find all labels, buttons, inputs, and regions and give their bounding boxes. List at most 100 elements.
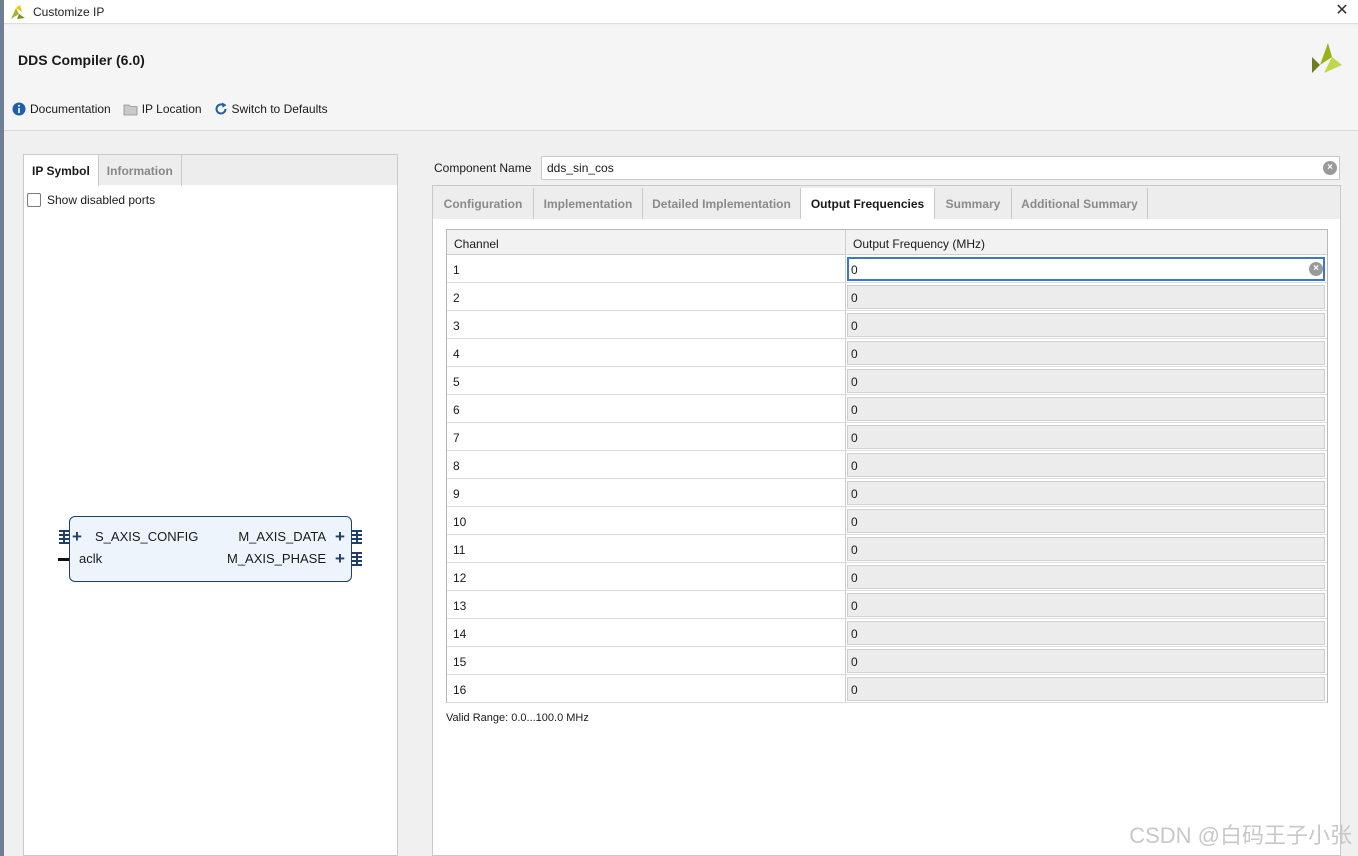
component-name-input[interactable]: dds_sin_cos (541, 156, 1340, 180)
tab-implementation[interactable]: Implementation (534, 188, 643, 219)
bus-connector-icon (352, 530, 362, 544)
output-frequency-input[interactable]: 0 (847, 537, 1325, 561)
table-row: 14 0 (447, 619, 1327, 647)
ip-symbol-panel: IP Symbol Information Show disabled port… (23, 154, 398, 856)
port-m-axis-phase: M_AXIS_PHASE (227, 551, 326, 566)
output-frequency-input[interactable]: 0 (847, 341, 1325, 365)
table-row: 20 (447, 283, 1327, 311)
title-bar: Customize IP ✕ (4, 0, 1358, 24)
channel-cell: 2 (453, 291, 460, 305)
tab-detailed-implementation[interactable]: Detailed Implementation (643, 188, 801, 219)
port-m-axis-data: M_AXIS_DATA (238, 529, 326, 544)
refresh-icon (215, 102, 227, 115)
channel-cell: 6 (453, 403, 460, 417)
switch-to-defaults-button[interactable]: Switch to Defaults (214, 102, 328, 116)
ip-location-button[interactable]: IP Location (123, 102, 202, 116)
output-frequency-input[interactable]: 0 (847, 677, 1325, 701)
output-frequency-input[interactable]: 0 (847, 621, 1325, 645)
output-frequency-input[interactable]: 0 (847, 453, 1325, 477)
channel-cell: 7 (453, 431, 460, 445)
show-disabled-ports-label: Show disabled ports (47, 193, 156, 207)
expand-plus-icon[interactable]: + (335, 528, 345, 545)
tab-summary[interactable]: Summary (935, 188, 1012, 219)
close-icon[interactable]: ✕ (1332, 1, 1352, 21)
table-row: 16 0 (447, 675, 1327, 703)
bus-connector-icon (352, 552, 362, 566)
table-row: 12 0 (447, 563, 1327, 591)
output-frequency-input[interactable]: 0 (847, 425, 1325, 449)
table-row: 13 0 (447, 591, 1327, 619)
tab-information[interactable]: Information (99, 155, 182, 186)
checkbox-box[interactable] (27, 193, 41, 207)
ip-location-label: IP Location (141, 102, 202, 116)
window-title: Customize IP (33, 4, 105, 19)
output-frequency-input[interactable]: 0 (847, 481, 1325, 505)
clear-icon[interactable]: × (1309, 262, 1323, 276)
output-frequency-input[interactable]: 0 (847, 509, 1325, 533)
show-disabled-ports-checkbox[interactable]: Show disabled ports (27, 193, 155, 207)
output-frequency-input[interactable]: 0 (847, 285, 1325, 309)
channel-cell: 12 (453, 571, 467, 585)
table-row: 60 (447, 395, 1327, 423)
channel-cell: 14 (453, 627, 467, 641)
xilinx-brand-icon (1312, 43, 1342, 73)
clear-icon[interactable]: × (1323, 161, 1337, 175)
channel-cell: 15 (453, 655, 467, 669)
port-s-axis-config: S_AXIS_CONFIG (95, 529, 199, 544)
channel-cell: 11 (453, 543, 466, 557)
table-row: 80 (447, 451, 1327, 479)
tab-configuration[interactable]: Configuration (433, 188, 534, 219)
tab-additional-summary[interactable]: Additional Summary (1012, 188, 1148, 219)
bus-connector-icon (59, 530, 69, 544)
watermark: CSDN @白码王子小张 (1129, 823, 1352, 848)
left-tab-bar: IP Symbol Information (24, 155, 397, 186)
expand-plus-icon[interactable]: + (335, 550, 345, 567)
table-row: 30 (447, 311, 1327, 339)
table-row: 10 0 (447, 507, 1327, 535)
tab-output-frequencies[interactable]: Output Frequencies (801, 188, 935, 219)
output-frequency-input[interactable]: 0 (847, 649, 1325, 673)
output-frequency-input[interactable]: 0 (847, 397, 1325, 421)
column-header-channel: Channel (454, 237, 499, 251)
header: DDS Compiler (6.0) Documentation IP Loca… (4, 25, 1358, 131)
port-aclk: aclk (79, 551, 103, 566)
table-row: 15 0 (447, 647, 1327, 675)
channel-cell: 3 (453, 319, 460, 333)
output-frequency-input[interactable]: 0 (847, 565, 1325, 589)
output-frequency-input[interactable]: 0 (847, 369, 1325, 393)
channel-cell: 4 (453, 347, 460, 361)
channel-cell: 5 (453, 375, 460, 389)
clock-pin-icon (58, 558, 69, 561)
output-frequency-input[interactable]: 0 (847, 257, 1325, 281)
switch-to-defaults-label: Switch to Defaults (231, 102, 328, 116)
ip-symbol-block: S_AXIS_CONFIG aclk M_AXIS_DATA M_AXIS_PH… (69, 516, 352, 582)
ip-title: DDS Compiler (6.0) (18, 52, 145, 68)
table-header: Channel Output Frequency (MHz) (447, 230, 1327, 255)
configuration-panel: Configuration Implementation Detailed Im… (432, 185, 1341, 856)
folder-icon (123, 104, 138, 115)
table-row: 50 (447, 367, 1327, 395)
column-divider (845, 230, 846, 702)
toolbar: Documentation IP Location Switch to Defa… (12, 102, 340, 116)
table-row: 11 0 (447, 535, 1327, 563)
output-frequency-input[interactable]: 0 (847, 313, 1325, 337)
table-row: 70 (447, 423, 1327, 451)
output-frequency-input[interactable]: 0 (847, 593, 1325, 617)
channel-cell: 13 (453, 599, 467, 613)
valid-range-text: Valid Range: 0.0...100.0 MHz (446, 712, 589, 724)
channel-cell: 9 (453, 487, 460, 501)
documentation-button[interactable]: Documentation (12, 102, 111, 116)
channel-cell: 16 (453, 683, 467, 697)
channel-cell: 10 (453, 515, 467, 529)
tab-ip-symbol[interactable]: IP Symbol (24, 155, 99, 186)
table-row: 90 (447, 479, 1327, 507)
right-tab-bar: Configuration Implementation Detailed Im… (433, 186, 1340, 219)
output-frequency-table: Channel Output Frequency (MHz) 1 0 × 2 0 3 0 4 0… (446, 229, 1328, 703)
component-name-label: Component Name (434, 161, 532, 175)
documentation-label: Documentation (30, 102, 111, 116)
vivado-logo-icon (11, 4, 25, 19)
table-row: 40 (447, 339, 1327, 367)
expand-plus-icon[interactable]: + (72, 528, 82, 545)
column-header-output-frequency: Output Frequency (MHz) (853, 237, 986, 251)
channel-cell: 8 (453, 459, 460, 473)
